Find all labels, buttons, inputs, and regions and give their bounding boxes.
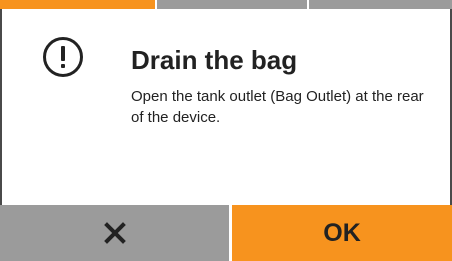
cancel-button[interactable] [0, 205, 229, 261]
ok-button[interactable]: OK [232, 205, 452, 261]
frame-left-border [0, 9, 2, 205]
exclamation-circle-icon [43, 37, 83, 77]
step-1-indicator [0, 0, 156, 9]
close-x-icon [103, 222, 126, 244]
step-2-indicator [157, 0, 307, 9]
step-progress-bar [0, 0, 452, 9]
dialog-title: Drain the bag [131, 45, 298, 75]
dialog-message: Open the tank outlet (Bag Outlet) at the… [131, 88, 424, 126]
ok-button-label: OK [323, 218, 361, 247]
step-3-indicator [308, 0, 452, 9]
drain-bag-dialog: Drain the bag Open the tank outlet (Bag … [0, 0, 452, 261]
